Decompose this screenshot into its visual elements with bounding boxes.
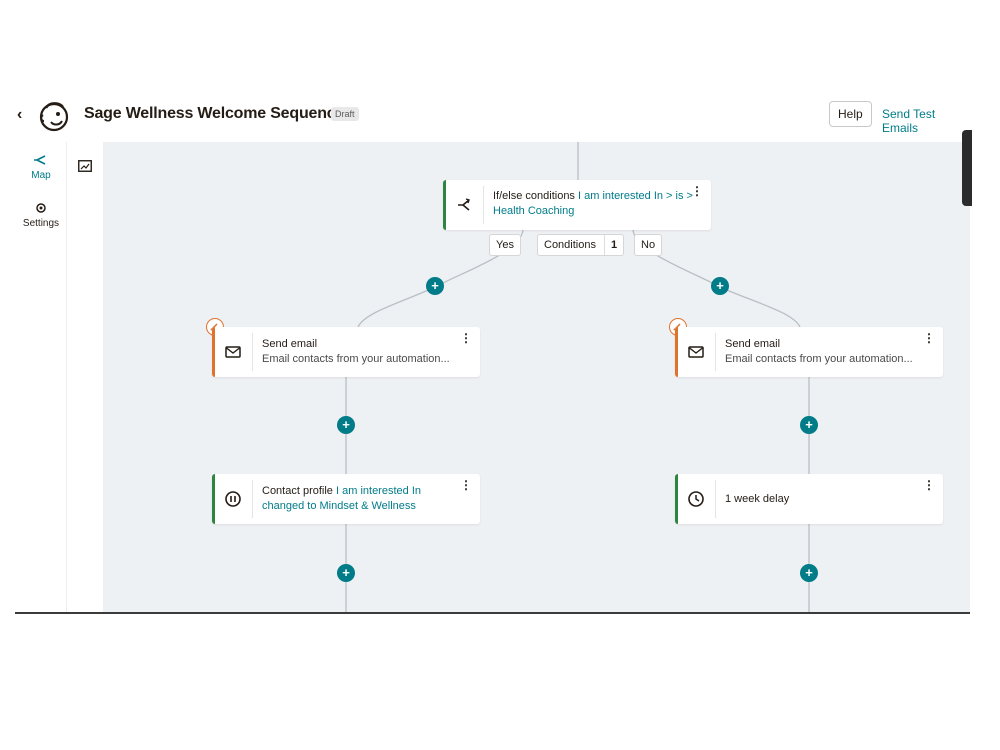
status-bar: [443, 180, 446, 230]
condition-label: If/else conditions: [493, 190, 575, 202]
status-bar: [675, 474, 678, 524]
add-step-button[interactable]: +: [426, 277, 444, 295]
condition-value-link[interactable]: Health Coaching: [493, 205, 574, 217]
chevron-left-icon[interactable]: ‹: [17, 106, 22, 124]
status-bar: [212, 327, 215, 377]
delay-card[interactable]: 1 week delay ⋮: [675, 474, 943, 524]
flow-map-icon: [34, 155, 46, 165]
contact-profile-card[interactable]: Contact profile I am interested In chang…: [212, 474, 480, 524]
status-bar: [675, 327, 678, 377]
more-options-icon[interactable]: ⋮: [460, 332, 472, 344]
more-options-icon[interactable]: ⋮: [460, 479, 472, 491]
right-panel-handle[interactable]: [962, 130, 972, 206]
email-subtitle: Email contacts from your automation...: [725, 353, 913, 365]
more-options-icon[interactable]: ⋮: [923, 332, 935, 344]
add-step-button[interactable]: +: [800, 416, 818, 434]
email-subtitle: Email contacts from your automation...: [262, 353, 450, 365]
email-title: Send email: [262, 338, 318, 350]
sidebar-item-label: Map: [31, 170, 51, 181]
left-sidebar: Map Settings: [15, 142, 67, 614]
delay-label: 1 week delay: [725, 493, 790, 505]
sidebar-item-settings[interactable]: Settings: [15, 200, 67, 229]
profile-text: Contact profile I am interested In chang…: [262, 484, 472, 514]
add-step-button[interactable]: +: [337, 416, 355, 434]
divider: [252, 480, 253, 518]
conditions-pill[interactable]: Conditions 1: [537, 234, 625, 256]
profile-label: Contact profile: [262, 485, 333, 497]
no-branch-label: No: [634, 234, 663, 256]
send-test-emails-link[interactable]: Send Test Emails: [882, 107, 970, 135]
help-button[interactable]: Help: [829, 101, 872, 127]
envelope-icon: [688, 346, 704, 358]
branch-icon: [458, 198, 470, 211]
divider: [715, 480, 716, 518]
envelope-icon: [225, 346, 241, 358]
condition-field-link[interactable]: I am interested In > is >: [578, 190, 693, 202]
sidebar-item-map[interactable]: Map: [15, 152, 67, 181]
add-step-button[interactable]: +: [800, 564, 818, 582]
profile-field-link[interactable]: I am interested In: [336, 485, 421, 497]
divider: [715, 333, 716, 371]
automation-builder: ‹ Sage Wellness Welcome Sequence Draft H…: [15, 88, 972, 614]
status-badge: Draft: [331, 107, 359, 121]
divider: [252, 333, 253, 371]
conditions-label: Conditions: [544, 239, 596, 251]
email-text: Send email Email contacts from your auto…: [262, 337, 472, 367]
page-title: Sage Wellness Welcome Sequence: [84, 105, 345, 122]
status-bar: [212, 474, 215, 524]
sidebar-item-label: Settings: [22, 218, 60, 229]
conditions-count: 1: [603, 235, 617, 255]
flow-canvas[interactable]: If/else conditions I am interested In > …: [103, 142, 970, 614]
pause-icon: [225, 491, 241, 507]
image-icon[interactable]: [78, 160, 92, 172]
secondary-sidebar: [67, 142, 103, 614]
if-else-condition-card[interactable]: If/else conditions I am interested In > …: [443, 180, 711, 230]
gear-icon: [36, 203, 46, 213]
add-step-button[interactable]: +: [711, 277, 729, 295]
condition-text: If/else conditions I am interested In > …: [493, 189, 703, 219]
email-title: Send email: [725, 338, 781, 350]
bottom-divider: [15, 612, 970, 614]
more-options-icon[interactable]: ⋮: [691, 185, 703, 197]
yes-branch-label: Yes: [489, 234, 521, 256]
clock-icon: [688, 491, 704, 507]
profile-value-link[interactable]: changed to Mindset & Wellness: [262, 500, 416, 512]
divider: [483, 186, 484, 224]
top-header: ‹ Sage Wellness Welcome Sequence Draft H…: [15, 88, 970, 142]
send-email-card-left[interactable]: Send email Email contacts from your auto…: [212, 327, 480, 377]
add-step-button[interactable]: +: [337, 564, 355, 582]
mailchimp-logo[interactable]: [37, 99, 71, 133]
email-text: Send email Email contacts from your auto…: [725, 337, 935, 367]
more-options-icon[interactable]: ⋮: [923, 479, 935, 491]
send-email-card-right[interactable]: Send email Email contacts from your auto…: [675, 327, 943, 377]
